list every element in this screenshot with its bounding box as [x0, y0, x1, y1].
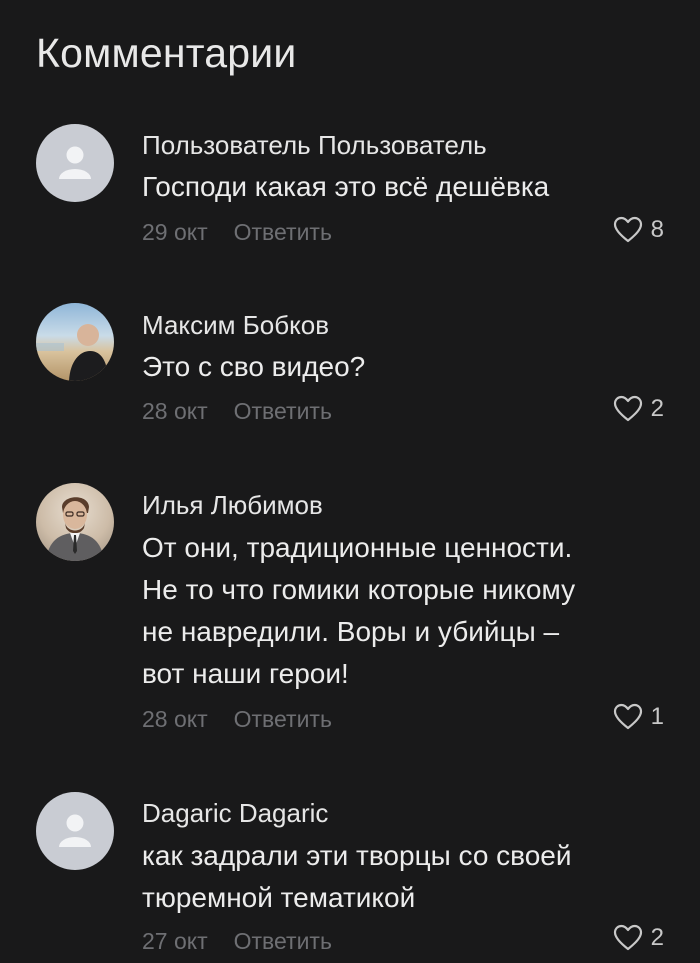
reply-button[interactable]: Ответить: [234, 706, 332, 733]
comment-meta: 28 окт Ответить: [142, 706, 332, 733]
comment-date: 29 окт: [142, 219, 208, 245]
comment-text-line: тюремной тематикой: [142, 882, 416, 913]
like-button[interactable]: 8: [613, 216, 664, 244]
heart-icon: [613, 703, 642, 730]
comment-date: 28 окт: [142, 398, 208, 424]
comment-meta: 29 окт Ответить: [142, 219, 332, 246]
comment-text-line: как задрали эти творцы со своей: [142, 840, 572, 871]
heart-icon: [613, 216, 642, 243]
default-user-icon: [59, 146, 91, 179]
comment-text-line: Это с сво видео?: [142, 351, 366, 382]
like-count: 1: [650, 703, 664, 730]
reply-button[interactable]: Ответить: [234, 219, 332, 246]
comment-author[interactable]: Илья Любимов: [142, 490, 323, 521]
comment-meta: 28 окт Ответить: [142, 398, 332, 425]
default-user-icon: [59, 814, 91, 847]
reply-button[interactable]: Ответить: [234, 928, 332, 955]
reply-button[interactable]: Ответить: [234, 398, 332, 425]
comment-text-line: Господи какая это всё дешёвка: [142, 171, 550, 202]
comment-author[interactable]: Dagaric Dagaric: [142, 798, 328, 829]
like-count: 2: [650, 395, 664, 422]
comment-text-line: не навредили. Воры и убийцы –: [142, 616, 560, 647]
page-title: Комментарии: [36, 30, 297, 76]
comment-text: Господи какая это всё дешёвка: [142, 166, 672, 208]
comment-author[interactable]: Пользователь Пользователь: [142, 130, 487, 161]
comment-text-line: Не то что гомики которые никому: [142, 574, 576, 605]
like-button[interactable]: 1: [613, 703, 664, 731]
comment-text: как задрали эти творцы со своей тюремной…: [142, 835, 672, 919]
avatar[interactable]: [36, 124, 114, 202]
like-button[interactable]: 2: [613, 395, 664, 423]
comment-author[interactable]: Максим Бобков: [142, 310, 329, 341]
comment-date: 27 окт: [142, 928, 208, 954]
comment-text: Это с сво видео?: [142, 346, 672, 388]
user-photo: [46, 497, 104, 561]
comment-date: 28 окт: [142, 706, 208, 732]
like-count: 8: [650, 216, 664, 243]
user-photo: [36, 324, 108, 381]
comment-meta: 27 окт Ответить: [142, 928, 332, 955]
like-button[interactable]: 2: [613, 924, 664, 952]
comment-text-line: вот наши герои!: [142, 658, 349, 689]
heart-icon: [613, 924, 642, 951]
comments-panel: Комментарии Пользователь Пользователь Го…: [0, 0, 700, 963]
heart-icon: [613, 395, 642, 422]
avatar[interactable]: [36, 303, 114, 381]
like-count: 2: [650, 924, 664, 951]
comment-text: От они, традиционные ценности. Не то что…: [142, 527, 672, 695]
avatar[interactable]: [36, 792, 114, 870]
avatar[interactable]: [36, 483, 114, 561]
comment-text-line: От они, традиционные ценности.: [142, 532, 573, 563]
